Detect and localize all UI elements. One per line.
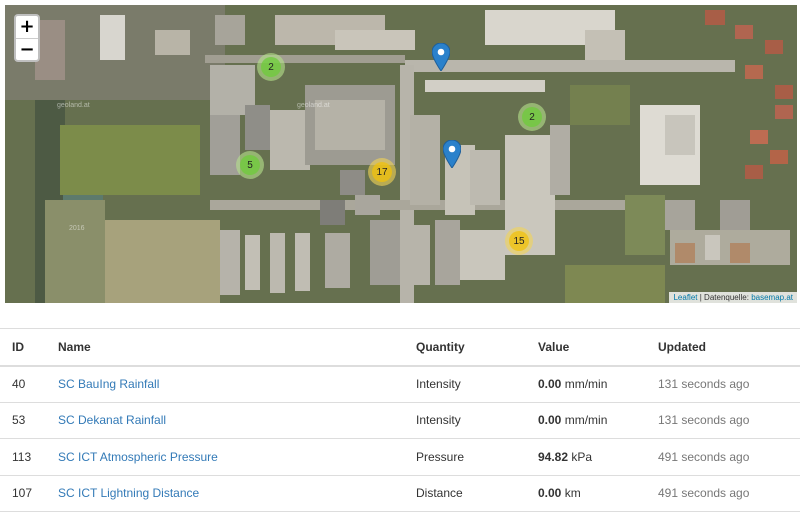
map-attribution: Leaflet | Datenquelle: basemap.at bbox=[669, 292, 797, 303]
sensor-unit: mm/min bbox=[564, 413, 608, 428]
sensor-name-link[interactable]: SC Dekanat Rainfall bbox=[58, 413, 166, 427]
sensor-unit: kPa bbox=[571, 449, 593, 464]
sensor-updated: 491 seconds ago bbox=[646, 438, 800, 476]
sensor-name-link[interactable]: SC BauIng Rainfall bbox=[58, 377, 159, 391]
cluster-count: 2 bbox=[261, 57, 281, 77]
table-row: 113 SC ICT Atmospheric Pressure Pressure… bbox=[0, 438, 800, 476]
sensor-value-cell: 94.82 kPa bbox=[526, 438, 646, 476]
map-pin-icon[interactable] bbox=[432, 43, 450, 71]
sensor-table: ID Name Quantity Value Updated 40 SC Bau… bbox=[0, 328, 800, 512]
cluster-count: 2 bbox=[522, 107, 542, 127]
column-header-updated: Updated bbox=[646, 328, 800, 367]
sensor-quantity: Pressure bbox=[404, 438, 526, 476]
zoom-out-button[interactable]: − bbox=[16, 38, 38, 60]
zoom-control: + − bbox=[14, 14, 40, 62]
sensor-quantity: Intensity bbox=[404, 402, 526, 439]
sensor-value: 0.00 bbox=[538, 486, 562, 501]
satellite-imagery bbox=[5, 5, 797, 303]
sensor-id: 53 bbox=[0, 402, 46, 439]
zoom-in-button[interactable]: + bbox=[16, 16, 38, 38]
map[interactable]: geoland.at geoland.at 2016 + − 2 2 5 17 … bbox=[5, 5, 797, 303]
sensor-updated: 491 seconds ago bbox=[646, 475, 800, 512]
table-header-row: ID Name Quantity Value Updated bbox=[0, 328, 800, 367]
table-row: 53 SC Dekanat Rainfall Intensity 0.00 mm… bbox=[0, 402, 800, 439]
column-header-id: ID bbox=[0, 328, 46, 367]
sensor-quantity: Intensity bbox=[404, 365, 526, 403]
cluster-count: 15 bbox=[509, 231, 529, 251]
marker-cluster[interactable]: 5 bbox=[236, 151, 264, 179]
table-row: 40 SC BauIng Rainfall Intensity 0.00 mm/… bbox=[0, 365, 800, 403]
sensor-value: 0.00 bbox=[538, 413, 562, 428]
cluster-count: 17 bbox=[372, 162, 392, 182]
sensor-id: 113 bbox=[0, 438, 46, 476]
sensor-id: 40 bbox=[0, 365, 46, 403]
sensor-updated: 131 seconds ago bbox=[646, 365, 800, 403]
column-header-quantity: Quantity bbox=[404, 328, 526, 367]
sensor-updated: 131 seconds ago bbox=[646, 402, 800, 439]
map-watermark: geoland.at bbox=[297, 102, 330, 109]
sensor-value-cell: 0.00 mm/min bbox=[526, 402, 646, 439]
sensor-quantity: Distance bbox=[404, 475, 526, 512]
sensor-id: 107 bbox=[0, 475, 46, 512]
marker-cluster[interactable]: 15 bbox=[505, 227, 533, 255]
cluster-count: 5 bbox=[240, 155, 260, 175]
sensor-name-link[interactable]: SC ICT Lightning Distance bbox=[58, 486, 199, 500]
column-header-name: Name bbox=[46, 328, 404, 367]
marker-cluster[interactable]: 17 bbox=[368, 158, 396, 186]
map-pin-icon[interactable] bbox=[443, 140, 461, 168]
marker-cluster[interactable]: 2 bbox=[518, 103, 546, 131]
table-row: 107 SC ICT Lightning Distance Distance 0… bbox=[0, 475, 800, 512]
map-watermark: geoland.at bbox=[57, 102, 90, 109]
marker-cluster[interactable]: 2 bbox=[257, 53, 285, 81]
attribution-separator: | Datenquelle: bbox=[697, 293, 752, 302]
basemap-link[interactable]: basemap.at bbox=[751, 293, 793, 302]
sensor-value-cell: 0.00 mm/min bbox=[526, 365, 646, 403]
sensor-value-cell: 0.00 km bbox=[526, 475, 646, 512]
column-header-value: Value bbox=[526, 328, 646, 367]
leaflet-link[interactable]: Leaflet bbox=[673, 293, 697, 302]
sensor-value: 0.00 bbox=[538, 377, 562, 391]
sensor-value: 94.82 bbox=[538, 449, 569, 464]
map-watermark: 2016 bbox=[69, 225, 85, 232]
sensor-unit: km bbox=[564, 486, 581, 501]
sensor-unit: mm/min bbox=[564, 377, 608, 391]
sensor-name-link[interactable]: SC ICT Atmospheric Pressure bbox=[58, 450, 218, 464]
